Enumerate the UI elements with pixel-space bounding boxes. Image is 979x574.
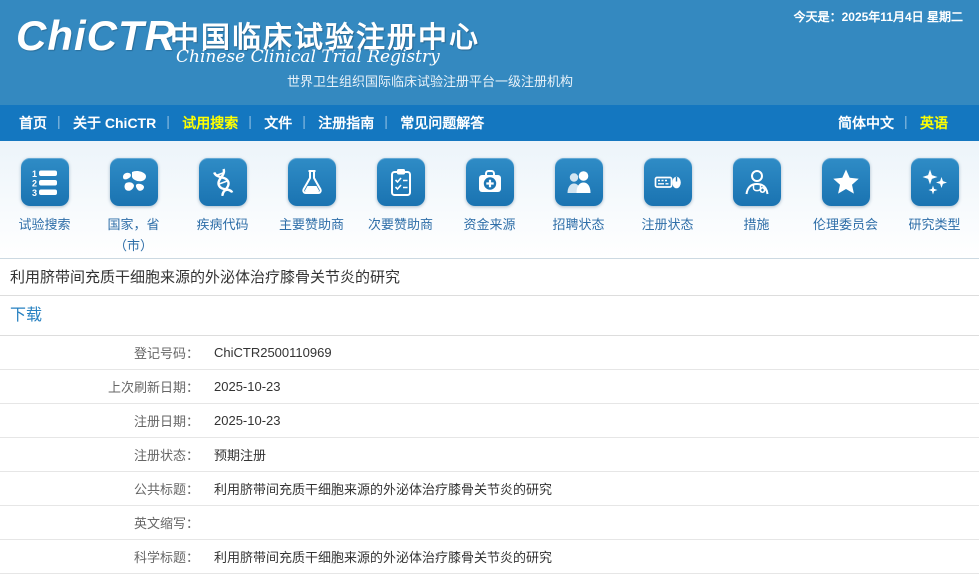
- nav-item-faq[interactable]: 常见问题解答: [384, 113, 497, 133]
- table-row-last-refreshed: 上次刷新日期： 2025-10-23: [0, 369, 979, 404]
- site-header: ChiCTR 中国临床试验注册中心 Chinese Clinical Trial…: [0, 0, 979, 105]
- row-label: 公共标题：: [0, 471, 206, 506]
- lang-english[interactable]: 英语: [904, 113, 961, 133]
- sparkles-icon: [910, 158, 959, 206]
- row-value: 利用脐带间充质干细胞来源的外泌体治疗膝骨关节炎的研究: [206, 471, 979, 506]
- people-icon: [554, 158, 603, 206]
- row-value: 2025-10-23: [206, 403, 979, 438]
- row-value: [206, 505, 979, 540]
- table-row-registration-status: 注册状态： 预期注册: [0, 437, 979, 472]
- icon-item-ethics-committee[interactable]: 伦理委员会: [801, 158, 890, 258]
- svg-text:2: 2: [32, 179, 37, 189]
- icon-item-secondary-sponsor[interactable]: 次要赞助商: [356, 158, 445, 258]
- icon-label: 措施: [743, 217, 770, 232]
- nav-item-home[interactable]: 首页: [6, 113, 60, 133]
- icon-item-interventions[interactable]: 措施: [712, 158, 801, 258]
- icon-item-country-province[interactable]: 国家，省（市）: [89, 158, 178, 258]
- row-label: 注册日期：: [0, 403, 206, 438]
- numbered-list-icon: 1 2 3: [20, 158, 69, 206]
- icon-label: 招聘状态: [552, 217, 605, 232]
- medical-kit-icon: [465, 158, 514, 206]
- keyboard-mouse-icon: [643, 158, 692, 206]
- row-value: 2025-10-23: [206, 369, 979, 404]
- today-date: 今天是：2025年11月4日 星期二: [793, 10, 963, 24]
- dna-icon: [198, 158, 247, 206]
- row-value: 利用脐带间充质干细胞来源的外泌体治疗膝骨关节炎的研究: [206, 539, 979, 574]
- language-switcher: 简体中文 英语: [825, 113, 973, 133]
- svg-text:1: 1: [32, 169, 37, 179]
- icon-label: 国家，省（市）: [107, 217, 160, 253]
- search-filter-iconbar: 1 2 3 试验搜索 国家，省（市） 疾病代码 主要赞助商 次要赞助商 资金来源…: [0, 141, 979, 259]
- icon-item-disease-code[interactable]: 疾病代码: [178, 158, 267, 258]
- icon-item-primary-sponsor[interactable]: 主要赞助商: [267, 158, 356, 258]
- site-title-english: Chinese Clinical Trial Registry: [176, 47, 440, 67]
- row-value: 预期注册: [206, 437, 979, 472]
- nav-item-trial-search[interactable]: 试用搜索: [166, 113, 251, 133]
- lang-simplified-chinese[interactable]: 简体中文: [825, 113, 907, 133]
- download-link[interactable]: 下载: [10, 307, 42, 324]
- icon-label: 试验搜索: [18, 217, 71, 232]
- doctor-icon: [732, 158, 781, 206]
- flask-icon: [287, 158, 336, 206]
- icon-item-funding-source[interactable]: 资金来源: [445, 158, 534, 258]
- row-label: 上次刷新日期：: [0, 369, 206, 404]
- chictr-logo: ChiCTR: [16, 12, 176, 59]
- row-label: 登记号码：: [0, 336, 206, 370]
- who-platform-subtitle: 世界卫生组织国际临床试验注册平台一级注册机构: [287, 74, 574, 89]
- icon-label: 注册状态: [641, 217, 694, 232]
- download-row: 下载: [0, 296, 979, 336]
- icon-label: 伦理委员会: [812, 217, 878, 232]
- nav-item-registration-guide[interactable]: 注册指南: [302, 113, 387, 133]
- icon-item-recruiting-status[interactable]: 招聘状态: [534, 158, 623, 258]
- table-row-scientific-title: 科学标题： 利用脐带间充质干细胞来源的外泌体治疗膝骨关节炎的研究: [0, 539, 979, 574]
- world-map-icon: [109, 158, 158, 206]
- icon-label: 疾病代码: [196, 217, 249, 232]
- trial-info-table: 登记号码： ChiCTR2500110969 上次刷新日期： 2025-10-2…: [0, 336, 979, 574]
- main-nav: 首页 关于 ChiCTR 试用搜索 文件 注册指南 常见问题解答 简体中文 英语: [0, 105, 979, 141]
- icon-item-study-type[interactable]: 研究类型: [890, 158, 979, 258]
- table-row-registration-number: 登记号码： ChiCTR2500110969: [0, 336, 979, 370]
- trial-detail: 利用脐带间充质干细胞来源的外泌体治疗膝骨关节炎的研究 下载 登记号码： ChiC…: [0, 259, 979, 574]
- icon-label: 主要赞助商: [278, 217, 344, 232]
- icon-label: 研究类型: [908, 217, 961, 232]
- svg-text:3: 3: [32, 188, 37, 196]
- row-label: 科学标题：: [0, 539, 206, 574]
- trial-page-title: 利用脐带间充质干细胞来源的外泌体治疗膝骨关节炎的研究: [0, 259, 979, 296]
- table-row-english-acronym: 英文缩写：: [0, 505, 979, 540]
- icon-item-registration-status[interactable]: 注册状态: [623, 158, 712, 258]
- row-label: 英文缩写：: [0, 505, 206, 540]
- table-row-registration-date: 注册日期： 2025-10-23: [0, 403, 979, 438]
- star-icon: [821, 158, 870, 206]
- nav-item-about[interactable]: 关于 ChiCTR: [57, 113, 169, 133]
- icon-label: 资金来源: [463, 217, 516, 232]
- row-value: ChiCTR2500110969: [206, 336, 979, 370]
- icon-item-trial-search[interactable]: 1 2 3 试验搜索: [0, 158, 89, 258]
- clipboard-icon: [376, 158, 425, 206]
- table-row-public-title: 公共标题： 利用脐带间充质干细胞来源的外泌体治疗膝骨关节炎的研究: [0, 471, 979, 506]
- row-label: 注册状态：: [0, 437, 206, 472]
- nav-item-documents[interactable]: 文件: [248, 113, 305, 133]
- icon-label: 次要赞助商: [367, 217, 433, 232]
